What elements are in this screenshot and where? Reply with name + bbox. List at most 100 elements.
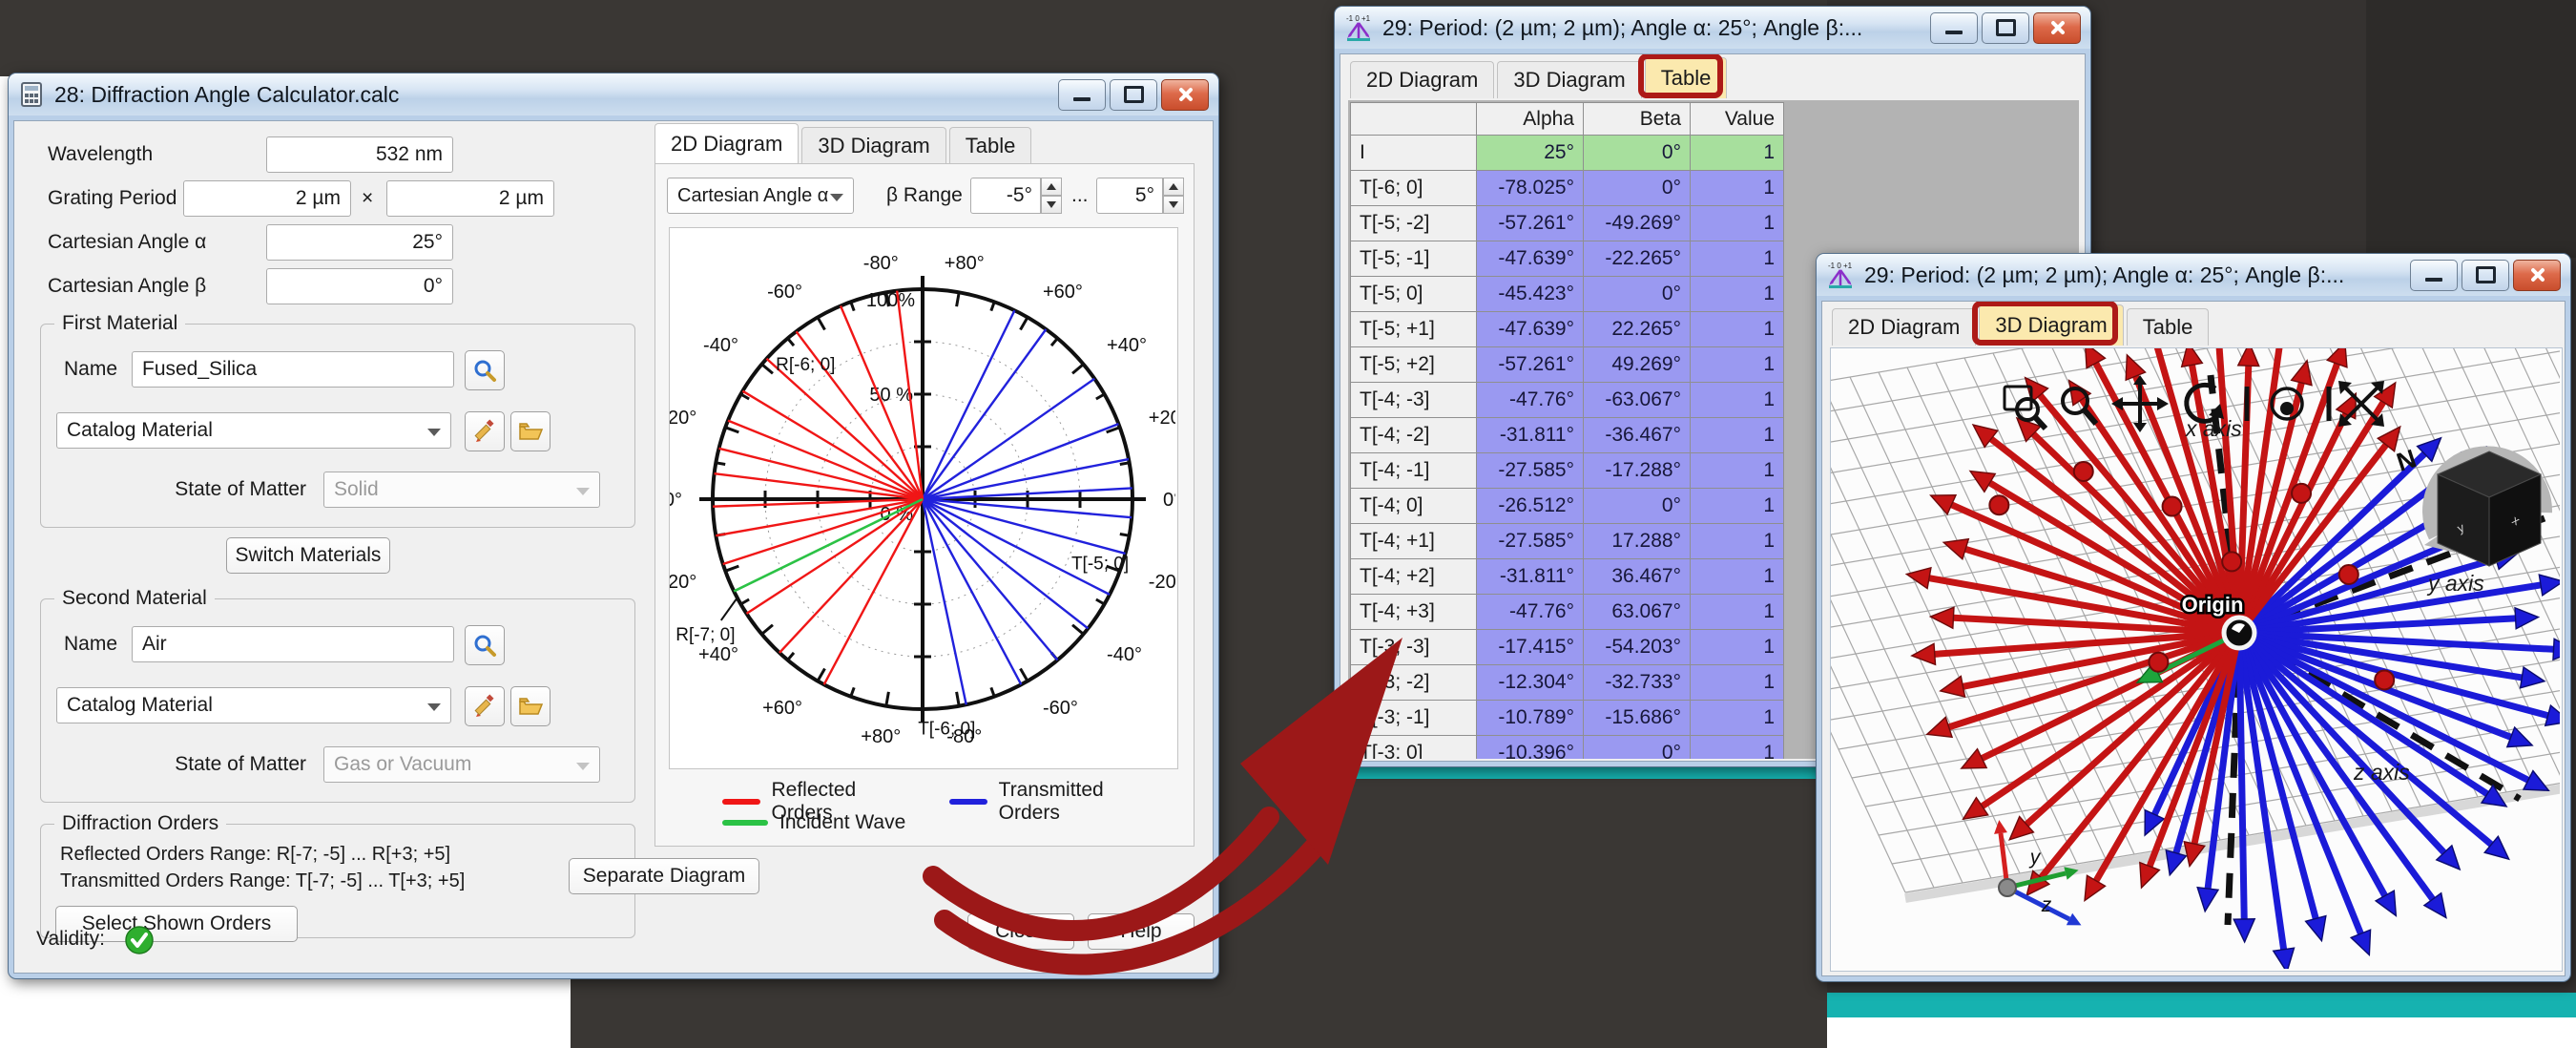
table-row[interactable]: I25°0°1 xyxy=(1351,136,1784,171)
second-material-type-combo[interactable]: Catalog Material xyxy=(56,687,451,723)
value-cell[interactable]: 0° xyxy=(1584,171,1691,206)
value-cell[interactable]: 1 xyxy=(1691,383,1784,418)
cartesian-angle-alpha-input[interactable]: 25° xyxy=(266,224,453,261)
column-header[interactable]: Beta xyxy=(1584,103,1691,136)
tab-2d-diagram[interactable]: 2D Diagram xyxy=(654,123,799,164)
value-cell[interactable]: 1 xyxy=(1691,595,1784,630)
value-cell[interactable]: -57.261° xyxy=(1477,347,1584,383)
close-button[interactable] xyxy=(2033,12,2081,44)
order-label-cell[interactable]: T[-5; -2] xyxy=(1351,206,1477,241)
second-material-edit-button[interactable] xyxy=(465,686,505,726)
value-cell[interactable]: 1 xyxy=(1691,312,1784,347)
table-row[interactable]: T[-4; +3]-47.76°63.067°1 xyxy=(1351,595,1784,630)
value-cell[interactable]: -31.811° xyxy=(1477,418,1584,453)
orders-table[interactable]: AlphaBetaValueI25°0°1T[-6; 0]-78.025°0°1… xyxy=(1350,102,1784,759)
value-cell[interactable]: -10.789° xyxy=(1477,701,1584,736)
value-cell[interactable]: 1 xyxy=(1691,665,1784,701)
table-row[interactable]: T[-5; -1]-47.639°-22.265°1 xyxy=(1351,241,1784,277)
switch-materials-button[interactable]: Switch Materials xyxy=(226,537,390,574)
order-label-cell[interactable]: T[-3; 0] xyxy=(1351,736,1477,759)
order-label-cell[interactable]: T[-3; -1] xyxy=(1351,701,1477,736)
value-cell[interactable]: 0° xyxy=(1584,736,1691,759)
first-material-name-input[interactable]: Fused_Silica xyxy=(132,351,454,388)
value-cell[interactable]: 63.067° xyxy=(1584,595,1691,630)
tab-3d-diagram[interactable]: 3D Diagram xyxy=(801,127,945,164)
tab-table[interactable]: Table xyxy=(2127,308,2210,346)
close-button[interactable] xyxy=(1161,79,1209,111)
second-material-search-button[interactable] xyxy=(465,625,505,665)
value-cell[interactable]: -17.415° xyxy=(1477,630,1584,665)
cartesian-angle-beta-input[interactable]: 0° xyxy=(266,268,453,304)
value-cell[interactable]: -10.396° xyxy=(1477,736,1584,759)
value-cell[interactable]: 0° xyxy=(1584,489,1691,524)
value-cell[interactable]: -26.512° xyxy=(1477,489,1584,524)
value-cell[interactable]: 1 xyxy=(1691,630,1784,665)
order-label-cell[interactable]: T[-5; +2] xyxy=(1351,347,1477,383)
order-label-cell[interactable]: T[-5; 0] xyxy=(1351,277,1477,312)
table-row[interactable]: T[-3; -3]-17.415°-54.203°1 xyxy=(1351,630,1784,665)
value-cell[interactable]: 1 xyxy=(1691,206,1784,241)
3d-window-titlebar[interactable]: -1 0 +1 29: Period: (2 µm; 2 µm); Angle … xyxy=(1817,254,2570,296)
value-cell[interactable]: 22.265° xyxy=(1584,312,1691,347)
value-cell[interactable]: 1 xyxy=(1691,453,1784,489)
table-row[interactable]: T[-5; +1]-47.639°22.265°1 xyxy=(1351,312,1784,347)
order-label-cell[interactable]: T[-4; +3] xyxy=(1351,595,1477,630)
order-label-cell[interactable]: T[-4; 0] xyxy=(1351,489,1477,524)
value-cell[interactable]: -12.304° xyxy=(1477,665,1584,701)
value-cell[interactable]: -47.76° xyxy=(1477,595,1584,630)
order-label-cell[interactable]: T[-3; -3] xyxy=(1351,630,1477,665)
value-cell[interactable]: 1 xyxy=(1691,241,1784,277)
spin-up-icon[interactable] xyxy=(1041,178,1062,196)
table-row[interactable]: T[-4; 0]-26.512°0°1 xyxy=(1351,489,1784,524)
value-cell[interactable]: -31.811° xyxy=(1477,559,1584,595)
column-header[interactable]: Alpha xyxy=(1477,103,1584,136)
value-cell[interactable]: -47.76° xyxy=(1477,383,1584,418)
grating-period-y-input[interactable]: 2 µm xyxy=(386,180,554,217)
value-cell[interactable]: 1 xyxy=(1691,489,1784,524)
minimize-button[interactable] xyxy=(1930,12,1978,44)
value-cell[interactable]: 0° xyxy=(1584,277,1691,312)
order-label-cell[interactable]: T[-4; -2] xyxy=(1351,418,1477,453)
value-cell[interactable]: -17.288° xyxy=(1584,453,1691,489)
table-row[interactable]: T[-4; -2]-31.811°-36.467°1 xyxy=(1351,418,1784,453)
table-row[interactable]: T[-3; 0]-10.396°0°1 xyxy=(1351,736,1784,759)
order-label-cell[interactable]: T[-6; 0] xyxy=(1351,171,1477,206)
value-cell[interactable]: 1 xyxy=(1691,171,1784,206)
tab-2d-diagram[interactable]: 2D Diagram xyxy=(1832,308,1976,346)
value-cell[interactable]: 1 xyxy=(1691,136,1784,171)
minimize-button[interactable] xyxy=(1058,79,1106,111)
order-label-cell[interactable]: T[-4; -1] xyxy=(1351,453,1477,489)
spin-up-icon[interactable] xyxy=(1163,178,1184,196)
value-cell[interactable]: -47.639° xyxy=(1477,241,1584,277)
value-cell[interactable]: -32.733° xyxy=(1584,665,1691,701)
table-row[interactable]: T[-5; -2]-57.261°-49.269°1 xyxy=(1351,206,1784,241)
maximize-button[interactable] xyxy=(1982,12,2029,44)
column-header[interactable]: Value xyxy=(1691,103,1784,136)
value-cell[interactable]: 0° xyxy=(1584,136,1691,171)
tab-3d-diagram[interactable]: 3D Diagram xyxy=(1497,61,1641,98)
calc-help-button[interactable]: Help xyxy=(1088,913,1195,950)
value-cell[interactable]: 1 xyxy=(1691,736,1784,759)
value-cell[interactable]: 1 xyxy=(1691,347,1784,383)
value-cell[interactable]: -57.261° xyxy=(1477,206,1584,241)
value-cell[interactable]: -27.585° xyxy=(1477,453,1584,489)
tab-table[interactable]: Table xyxy=(1645,57,1728,98)
polar-angle-combo[interactable]: Cartesian Angle α xyxy=(667,178,854,214)
tab-table[interactable]: Table xyxy=(949,127,1032,164)
first-material-open-button[interactable] xyxy=(510,411,551,451)
table-row[interactable]: T[-4; -1]-27.585°-17.288°1 xyxy=(1351,453,1784,489)
minimize-button[interactable] xyxy=(2410,260,2458,291)
value-cell[interactable]: -45.423° xyxy=(1477,277,1584,312)
table-row[interactable]: T[-6; 0]-78.025°0°1 xyxy=(1351,171,1784,206)
second-material-open-button[interactable] xyxy=(510,686,551,726)
close-button[interactable] xyxy=(2513,260,2561,291)
order-label-cell[interactable]: T[-5; +1] xyxy=(1351,312,1477,347)
wavelength-input[interactable]: 532 nm xyxy=(266,136,453,173)
value-cell[interactable]: 1 xyxy=(1691,277,1784,312)
table-row[interactable]: T[-5; 0]-45.423°0°1 xyxy=(1351,277,1784,312)
value-cell[interactable]: -47.639° xyxy=(1477,312,1584,347)
table-row[interactable]: T[-4; +1]-27.585°17.288°1 xyxy=(1351,524,1784,559)
table-row[interactable]: T[-4; +2]-31.811°36.467°1 xyxy=(1351,559,1784,595)
column-header[interactable] xyxy=(1351,103,1477,136)
spin-down-icon[interactable] xyxy=(1163,196,1184,214)
